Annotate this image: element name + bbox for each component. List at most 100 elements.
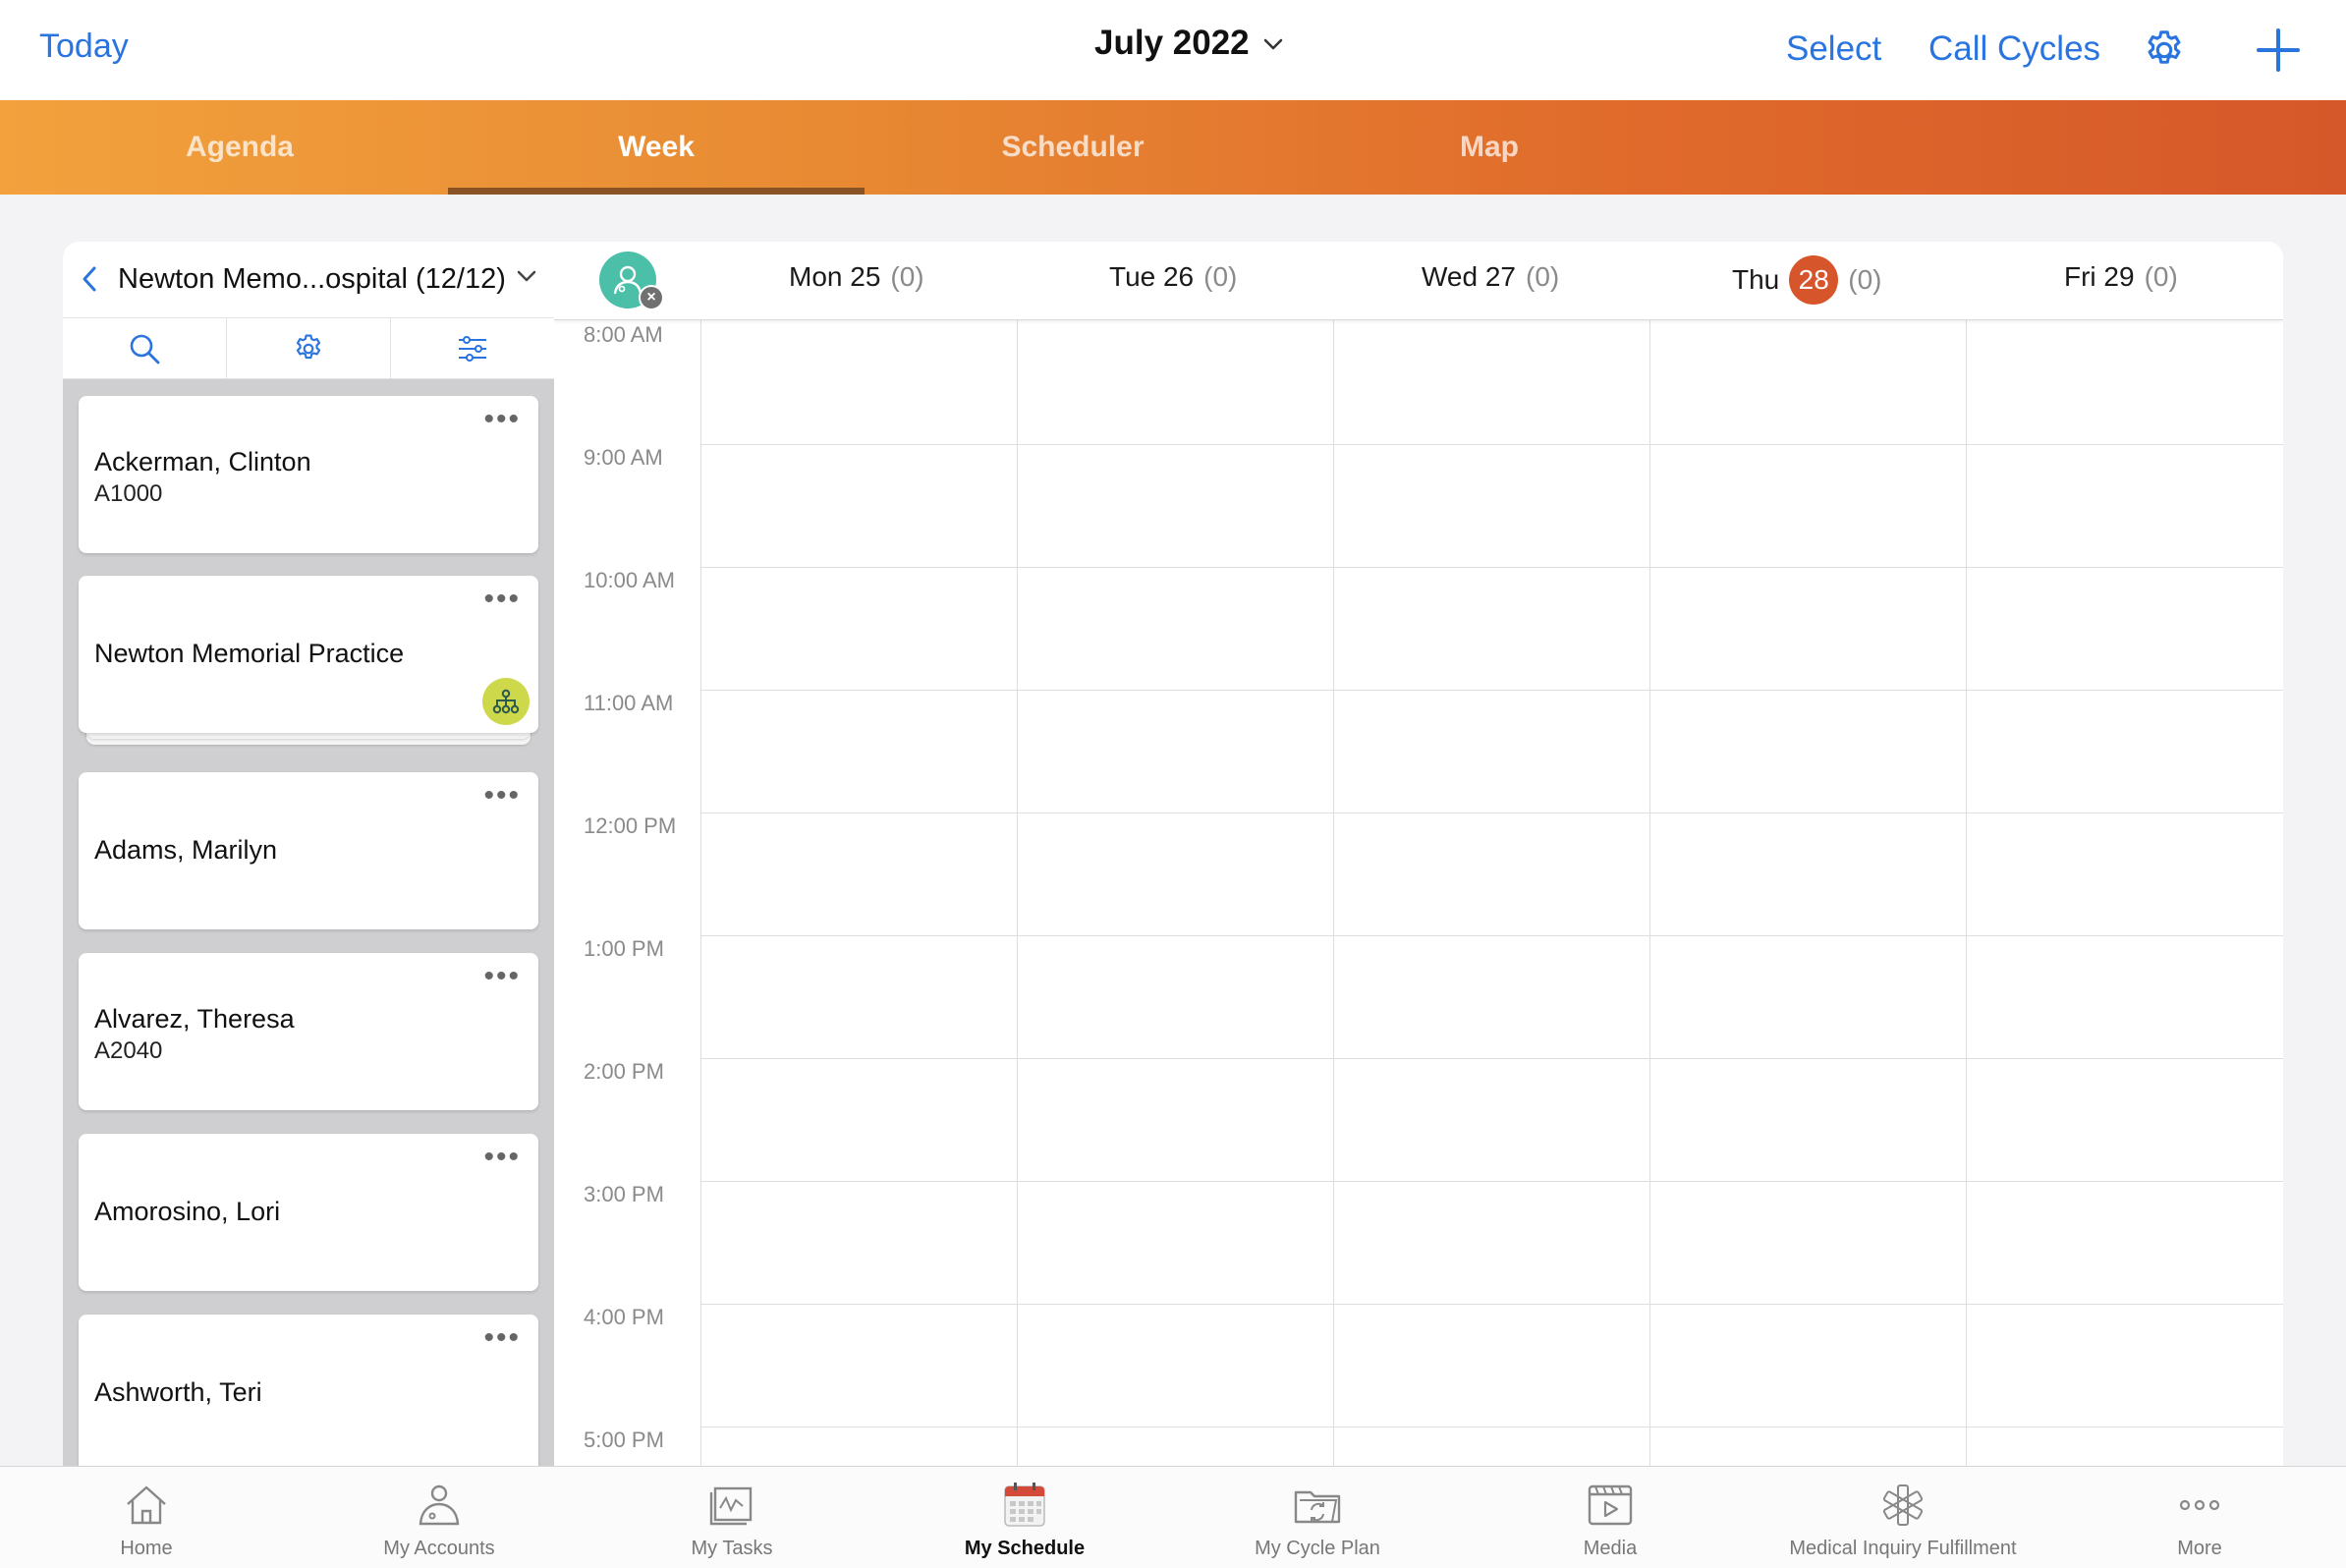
- time-label: 11:00 AM: [584, 691, 674, 715]
- time-label: 1:00 PM: [584, 936, 664, 961]
- plus-icon: [2257, 28, 2300, 72]
- account-card[interactable]: ••• Ackerman, Clinton A1000: [79, 396, 538, 553]
- day-count: (0): [1526, 261, 1560, 292]
- time-label: 3:00 PM: [584, 1182, 664, 1206]
- today-button[interactable]: Today: [39, 28, 129, 66]
- account-toolbar: [63, 318, 554, 379]
- account-card[interactable]: ••• Amorosino, Lori: [79, 1134, 538, 1291]
- bottom-tab-more[interactable]: More: [2053, 1467, 2346, 1568]
- account-list-dropdown[interactable]: [517, 269, 536, 288]
- more-options-icon[interactable]: •••: [483, 405, 521, 434]
- bottom-tab-my-cycle-plan[interactable]: My Cycle Plan: [1171, 1467, 1464, 1568]
- account-name: Alvarez, Theresa: [94, 1004, 295, 1034]
- select-button[interactable]: Select: [1786, 29, 1881, 69]
- tab-map[interactable]: Map: [1281, 100, 1698, 195]
- day-column-divider: [700, 320, 701, 1466]
- tab-label: My Schedule: [964, 1538, 1086, 1559]
- bottom-tab-my-schedule[interactable]: My Schedule: [878, 1467, 1171, 1568]
- gear-icon: [296, 333, 321, 359]
- tasks-icon: [705, 1479, 758, 1532]
- tab-scheduler[interactable]: Scheduler: [865, 100, 1281, 195]
- account-id: A1000: [94, 480, 163, 507]
- account-card[interactable]: ••• Ashworth, Teri: [79, 1315, 538, 1466]
- account-id: A2040: [94, 1037, 163, 1064]
- time-label: 5:00 PM: [584, 1428, 664, 1452]
- day-header-wed[interactable]: Wed 27 (0): [1422, 261, 1559, 293]
- day-label: Thu: [1732, 264, 1780, 295]
- day-count: (0): [2144, 261, 2178, 292]
- search-icon: [130, 334, 160, 364]
- account-card[interactable]: ••• Newton Memorial Practice: [79, 576, 538, 733]
- day-header-tue[interactable]: Tue 26 (0): [1109, 261, 1237, 293]
- hour-line: [700, 690, 2283, 691]
- cycle-plan-icon: [1291, 1479, 1344, 1532]
- hour-line: [700, 935, 2283, 936]
- tab-label: Medical Inquiry Fulfillment: [1789, 1538, 2017, 1559]
- bottom-tab-medical-inquiry[interactable]: Medical Inquiry Fulfillment: [1757, 1467, 2049, 1568]
- accounts-icon: [413, 1479, 466, 1532]
- account-name: Newton Memorial Practice: [94, 639, 405, 668]
- account-card[interactable]: ••• Alvarez, Theresa A2040: [79, 953, 538, 1110]
- chevron-left-icon: [83, 266, 96, 292]
- day-column-divider: [1333, 320, 1334, 1466]
- hierarchy-badge[interactable]: [482, 678, 530, 725]
- medical-icon: [1876, 1479, 1929, 1532]
- bottom-tab-my-accounts[interactable]: My Accounts: [293, 1467, 586, 1568]
- view-tab-bar: Agenda Week Scheduler Map: [0, 100, 2346, 195]
- bottom-tab-bar: Home My Accounts My Tasks My Schedule My…: [0, 1466, 2346, 1568]
- time-label: 2:00 PM: [584, 1059, 664, 1084]
- more-options-icon[interactable]: •••: [483, 585, 521, 614]
- hour-line: [700, 444, 2283, 445]
- bottom-tab-my-tasks[interactable]: My Tasks: [586, 1467, 878, 1568]
- day-column-divider: [1017, 320, 1018, 1466]
- hour-line: [700, 1058, 2283, 1059]
- more-options-icon[interactable]: •••: [483, 1323, 521, 1353]
- hour-line: [700, 1427, 2283, 1428]
- account-card[interactable]: ••• Adams, Marilyn: [79, 772, 538, 929]
- hour-line: [700, 1181, 2283, 1182]
- bottom-tab-media[interactable]: Media: [1464, 1467, 1757, 1568]
- account-list-title[interactable]: Newton Memo...ospital (12/12): [118, 263, 506, 296]
- time-label: 12:00 PM: [584, 813, 677, 838]
- calendar-icon: [998, 1479, 1051, 1532]
- bottom-tab-home[interactable]: Home: [0, 1467, 293, 1568]
- day-column-divider: [1649, 320, 1650, 1466]
- gear-icon: [2148, 30, 2181, 64]
- day-label: Mon 25: [789, 261, 881, 292]
- account-name: Ackerman, Clinton: [94, 447, 311, 476]
- tab-label: More: [2177, 1538, 2222, 1559]
- more-options-icon[interactable]: •••: [483, 962, 521, 991]
- call-cycles-button[interactable]: Call Cycles: [1928, 29, 2100, 69]
- sliders-icon: [459, 335, 486, 362]
- search-button[interactable]: [63, 318, 227, 378]
- day-label: Tue 26: [1109, 261, 1195, 292]
- tab-agenda[interactable]: Agenda: [31, 100, 448, 195]
- tab-label: Media: [1583, 1538, 1638, 1559]
- tab-week[interactable]: Week: [448, 100, 865, 195]
- day-header-fri[interactable]: Fri 29 (0): [2064, 261, 2178, 293]
- day-column-divider: [1966, 320, 1967, 1466]
- today-date-badge: 28: [1789, 255, 1839, 305]
- panel-settings-button[interactable]: [227, 318, 391, 378]
- more-icon: [2173, 1479, 2226, 1532]
- day-header-mon[interactable]: Mon 25 (0): [789, 261, 924, 293]
- hour-line: [700, 567, 2283, 568]
- time-label: 8:00 AM: [584, 322, 663, 347]
- add-button[interactable]: [2256, 28, 2301, 78]
- home-icon: [120, 1479, 173, 1532]
- week-day-header: × Mon 25 (0) Tue 26 (0) Wed 27 (0) Thu 2…: [554, 242, 2283, 320]
- day-count: (0): [1203, 261, 1238, 292]
- day-header-thu[interactable]: Thu 28 (0): [1732, 255, 1881, 305]
- filter-button[interactable]: [391, 318, 554, 378]
- tab-label: My Accounts: [383, 1538, 495, 1559]
- day-count: (0): [890, 261, 924, 292]
- back-button[interactable]: [81, 265, 98, 298]
- settings-button[interactable]: [2142, 28, 2187, 78]
- tab-label: My Tasks: [691, 1538, 773, 1559]
- clear-filter-icon[interactable]: ×: [639, 285, 664, 310]
- month-selector[interactable]: July 2022: [1094, 24, 1283, 63]
- hour-line: [700, 1304, 2283, 1305]
- more-options-icon[interactable]: •••: [483, 1143, 521, 1172]
- more-options-icon[interactable]: •••: [483, 781, 521, 811]
- tab-label: Home: [120, 1538, 173, 1559]
